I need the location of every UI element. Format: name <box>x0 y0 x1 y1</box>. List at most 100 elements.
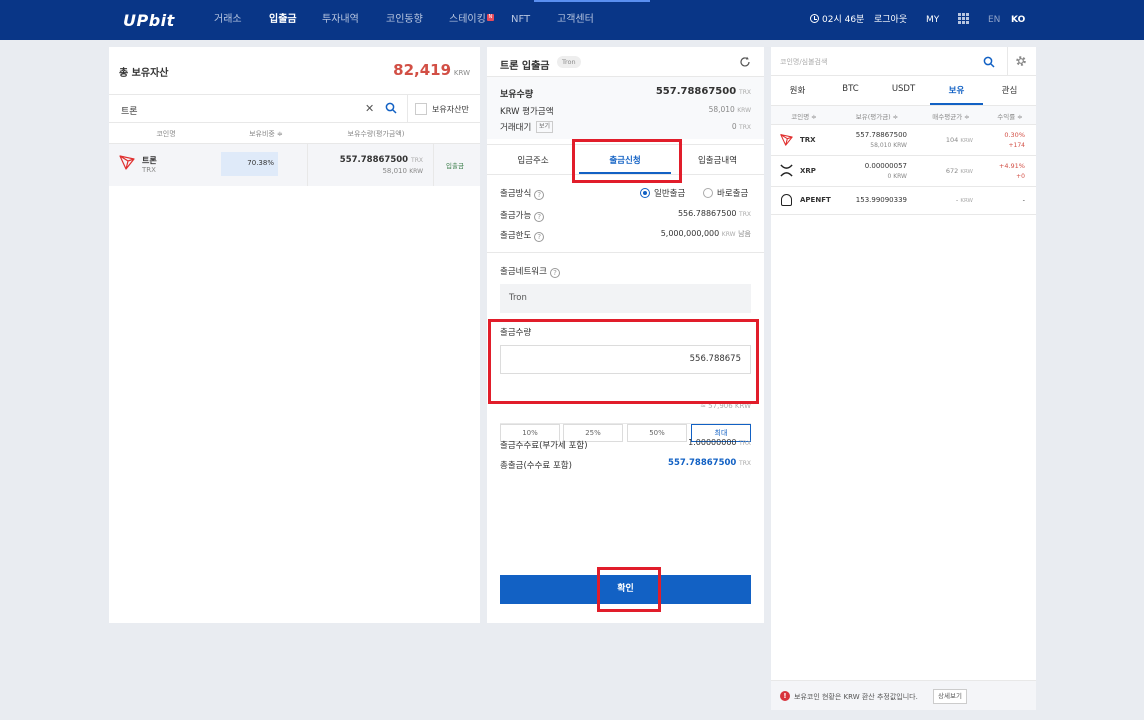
nav-staking-label: 스테이킹 <box>449 14 486 25</box>
limit-amount: 5,000,000,000 KRW 남음 <box>661 229 751 239</box>
row-rate: - <box>1022 196 1025 204</box>
normal-withdraw-label[interactable]: 일반출금 <box>654 187 685 199</box>
top-header: UPbit 거래소 입출금 투자내역 코인동향 스테이킹 N NFT 고객센터 0… <box>0 0 1144 40</box>
table-row[interactable]: TRX 557.78867500 58,010 KRW 104 KRW 0.30… <box>771 125 1036 155</box>
total-unit: TRX <box>739 460 751 467</box>
coin-search-input[interactable]: 코인명/심볼검색 <box>780 57 827 67</box>
nav-nft[interactable]: NFT <box>511 0 530 40</box>
pct-50-button[interactable]: 50% <box>627 424 687 442</box>
lang-ko[interactable]: KO <box>1011 0 1025 40</box>
pending-value: 0 <box>731 122 737 131</box>
col-return[interactable]: 수익률 ≑ <box>985 111 1035 121</box>
table-row[interactable]: XRP 0.00000057 0 KRW 672 KRW +4.91% +0 <box>771 156 1036 186</box>
divider <box>771 214 1036 215</box>
divider <box>500 423 751 424</box>
tron-logo-icon <box>119 155 135 170</box>
col-coin[interactable]: 코인명 ≑ <box>779 111 829 121</box>
row-profit: +174 <box>1008 142 1025 149</box>
detail-button[interactable]: 상세보기 <box>933 689 967 704</box>
tab-holdings[interactable]: 보유 <box>930 84 983 96</box>
help-icon[interactable]: ? <box>534 232 545 242</box>
help-icon[interactable]: ? <box>549 268 560 278</box>
row-avg-value: 672 <box>945 167 959 175</box>
total-value: 557.78867500 <box>668 458 737 468</box>
krw-unit: KRW <box>737 107 751 114</box>
total-assets-unit: KRW <box>453 69 470 77</box>
divider <box>407 95 408 122</box>
col-avg-price[interactable]: 매수평균가 ≑ <box>921 111 981 121</box>
method-label: 출금방식? <box>500 187 545 200</box>
row-symbol: APENFT <box>800 196 831 204</box>
row-avg-unit: KRW <box>960 138 973 144</box>
logout-link[interactable]: 로그아웃 <box>874 0 907 40</box>
col-coin-name[interactable]: 코인명 <box>129 129 203 139</box>
row-qty: 557.78867500 <box>855 131 907 139</box>
holding-unit: TRX <box>739 89 751 96</box>
pending-label: 거래대기 <box>500 123 532 133</box>
row-avg: 104 KRW <box>921 136 973 144</box>
tab-favorites[interactable]: 관심 <box>983 84 1036 96</box>
asset-quantity: 557.78867500 TRX <box>309 155 423 165</box>
row-avg: - KRW <box>921 196 973 204</box>
total-label: 총출금(수수료 포함) <box>500 461 572 471</box>
tab-krw[interactable]: 원화 <box>771 84 824 96</box>
row-symbol: XRP <box>800 167 816 175</box>
normal-withdraw-radio[interactable] <box>640 188 650 198</box>
nav-coin-trends[interactable]: 코인동향 <box>386 0 423 40</box>
radio-dot <box>643 191 647 195</box>
lang-en[interactable]: EN <box>988 0 1000 40</box>
alert-icon: ! <box>780 691 790 701</box>
search-icon[interactable] <box>385 102 397 114</box>
row-rate: +4.91% <box>998 162 1025 170</box>
row-krw: 58,010 KRW <box>870 142 907 149</box>
tab-history[interactable]: 입출금내역 <box>671 154 764 166</box>
asset-search-input[interactable]: 트론 <box>121 104 138 117</box>
apenft-logo-icon <box>781 194 792 206</box>
divider <box>433 144 434 186</box>
tab-deposit-address[interactable]: 입금주소 <box>487 154 579 166</box>
tab-usdt[interactable]: USDT <box>877 84 930 94</box>
row-avg-value: 104 <box>945 136 959 144</box>
col-quantity[interactable]: 보유수량(평가금액) <box>329 129 423 139</box>
network-tag: Tron <box>557 56 581 68</box>
nav-staking[interactable]: 스테이킹 N <box>449 0 494 40</box>
fee-unit: TRX <box>739 440 751 447</box>
available-label-text: 출금가능 <box>500 211 532 221</box>
network-select[interactable]: Tron <box>500 284 751 313</box>
pending-view-button[interactable]: 보기 <box>536 121 554 133</box>
table-row[interactable]: 트론 TRX 70.38% 557.78867500 TRX 58,010 KR… <box>109 144 480 186</box>
help-icon[interactable]: ? <box>534 190 545 200</box>
col-holding[interactable]: 보유(평가금) ≑ <box>841 111 913 121</box>
limit-label: 출금한도? <box>500 229 545 242</box>
limit-unit: KRW <box>721 231 736 238</box>
nav-customer-center[interactable]: 고객센터 <box>557 0 594 40</box>
tab-btc[interactable]: BTC <box>824 84 877 94</box>
available-unit: TRX <box>739 211 751 218</box>
asset-value-amount: 58,010 <box>382 167 407 175</box>
pending-amount: 0 TRX <box>732 122 751 131</box>
row-krw: 0 KRW <box>887 173 907 180</box>
apps-grid-icon[interactable] <box>958 13 969 24</box>
nav-exchange[interactable]: 거래소 <box>214 0 242 40</box>
deposit-withdraw-link[interactable]: 입출금 <box>446 160 464 170</box>
table-row[interactable]: APENFT 153.99090339 - KRW - <box>771 187 1036 214</box>
search-icon[interactable] <box>983 56 995 68</box>
instant-withdraw-radio[interactable] <box>703 188 713 198</box>
help-icon[interactable]: ? <box>534 212 545 222</box>
holding-label: 보유수량 <box>500 90 534 100</box>
refresh-icon[interactable] <box>739 56 751 68</box>
clear-icon[interactable]: ✕ <box>365 102 374 115</box>
col-share[interactable]: 보유비중 ≑ <box>227 129 305 139</box>
nav-investments[interactable]: 투자내역 <box>322 0 359 40</box>
divider <box>771 75 1036 76</box>
owned-only-checkbox[interactable] <box>415 103 427 115</box>
session-time-text: 02시 46분 <box>822 15 865 25</box>
nav-deposit-withdraw[interactable]: 입출금 <box>269 0 297 40</box>
upbit-logo[interactable]: UPbit <box>123 11 175 30</box>
krw-value: 58,010 <box>708 105 735 114</box>
limit-suffix: 남음 <box>738 230 751 238</box>
network-label-text: 출금네트워크 <box>500 267 547 277</box>
instant-withdraw-label[interactable]: 바로출금 <box>717 187 748 199</box>
settings-gear-icon[interactable] <box>1015 55 1027 67</box>
my-link[interactable]: MY <box>926 0 939 40</box>
